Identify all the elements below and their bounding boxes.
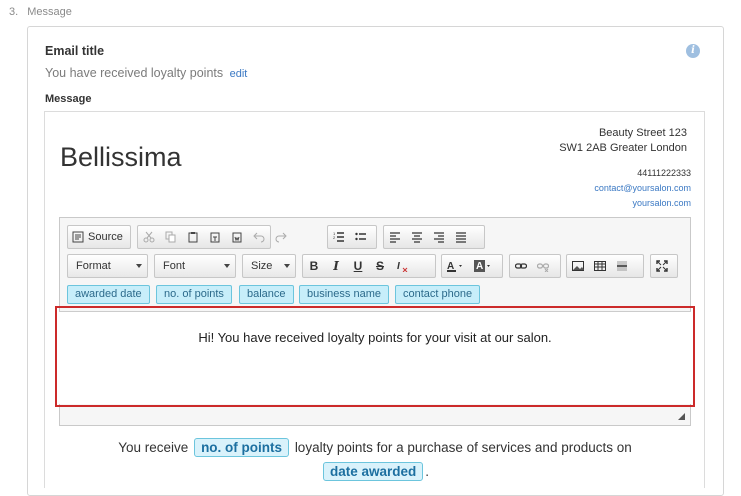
email-title-value: You have received loyalty points edit [45,66,247,80]
maximize-icon [656,260,668,272]
scissors-icon [143,231,155,243]
paste-word-button[interactable] [226,226,248,248]
resize-handle[interactable] [678,413,685,420]
bulleted-list-icon [355,232,366,241]
text-color-button[interactable]: A [442,255,470,277]
horizontal-line-button[interactable] [611,255,633,277]
salon-phone: 44111222333 [637,168,691,178]
salon-email[interactable]: contact@yoursalon.com [594,181,691,196]
chevron-down-icon [136,264,142,268]
svg-text:2: 2 [333,235,336,240]
redo-button[interactable] [270,226,292,248]
clear-format-icon: I [397,261,408,272]
step-number: 3. [9,6,19,18]
bold-button[interactable]: B [303,255,325,277]
horizontal-line-icon [617,261,627,271]
preview-tag-no-of-points: no. of points [194,438,290,457]
bulleted-list-button[interactable] [350,226,372,248]
toolbar-align-group [383,225,485,249]
svg-text:I: I [397,261,400,272]
tag-awarded-date[interactable]: awarded date [67,285,150,304]
font-dropdown[interactable]: Font [154,254,236,278]
numbered-list-button[interactable]: 12 [328,226,350,248]
email-title-label: Email title [45,44,105,58]
text-color-icon: A [447,261,462,272]
background-color-icon: A [474,260,490,272]
paste-word-icon [232,232,242,243]
align-center-icon [412,232,422,243]
paste-text-icon [210,232,220,243]
message-label: Message [45,93,92,105]
salon-contacts: 44111222333 contact@yoursalon.com yoursa… [594,166,691,211]
toolbar-link-group [509,254,561,278]
strikethrough-button[interactable]: S [369,255,391,277]
address-line-1: Beauty Street 123 [598,127,687,139]
toolbar-list-group: 12 [327,225,377,249]
toolbar-source-group: Source [67,225,131,249]
highlight-box [55,306,695,407]
link-icon [515,263,527,269]
info-icon[interactable]: i [686,44,700,58]
tag-balance[interactable]: balance [239,285,294,304]
cut-button[interactable] [138,226,160,248]
format-dropdown[interactable]: Format [67,254,148,278]
step-header: 3. Message [9,6,72,18]
salon-address: Beauty Street 123 SW1 2AB Greater London [559,126,687,156]
tag-business-name[interactable]: business name [299,285,389,304]
preview-text: You receive no. of points loyalty points… [118,438,632,481]
align-left-button[interactable] [384,226,406,248]
underline-button[interactable]: U [347,255,369,277]
svg-text:A: A [476,261,483,272]
edit-title-link[interactable]: edit [230,68,248,80]
toolbar-clipboard-group [137,225,287,249]
source-icon [72,231,84,243]
align-right-button[interactable] [428,226,450,248]
undo-icon [253,232,265,243]
numbered-list-icon: 12 [333,231,344,242]
copy-button[interactable] [160,226,182,248]
step-label: Message [27,6,72,18]
salon-name: Bellissima [60,142,182,172]
paste-button[interactable] [182,226,204,248]
toolbar-insert-group [566,254,644,278]
salon-website[interactable]: yoursalon.com [594,196,691,211]
size-dropdown[interactable]: Size [242,254,296,278]
align-center-button[interactable] [406,226,428,248]
image-button[interactable] [567,255,589,277]
undo-button[interactable] [248,226,270,248]
toolbar-color-group: A A [441,254,503,278]
link-button[interactable] [510,255,532,277]
italic-button[interactable]: I [325,255,347,277]
paste-icon [188,232,198,243]
chevron-down-icon [224,264,230,268]
align-right-icon [434,232,444,243]
table-button[interactable] [589,255,611,277]
justify-button[interactable] [450,226,472,248]
preview-tag-date-awarded: date awarded [322,462,424,481]
justify-icon [456,232,466,243]
redo-icon [275,232,287,243]
chevron-down-icon [284,264,290,268]
copy-icon [165,231,176,243]
tag-no-of-points[interactable]: no. of points [156,285,232,304]
align-left-icon [390,232,400,243]
paste-text-button[interactable] [204,226,226,248]
unlink-icon [537,263,549,272]
table-icon [594,261,606,271]
remove-format-button[interactable]: I [391,255,413,277]
toolbar-style-group: B I U S I [302,254,436,278]
background-color-button[interactable]: A [470,255,498,277]
email-title-text: You have received loyalty points [45,66,224,80]
source-button[interactable]: Source [68,226,127,248]
tag-contact-phone[interactable]: contact phone [395,285,481,304]
unlink-button[interactable] [532,255,554,277]
toolbar-maximize-group [650,254,678,278]
maximize-button[interactable] [651,255,673,277]
address-line-2: SW1 2AB Greater London [559,142,687,154]
image-icon [572,261,584,271]
